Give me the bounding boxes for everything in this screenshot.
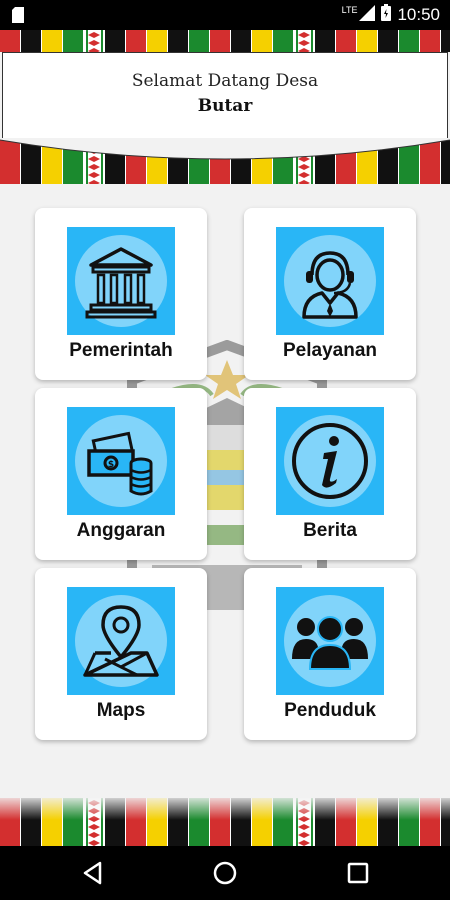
battery-icon [381,4,392,26]
sd-card-icon [12,7,24,28]
status-bar: LTE 10:50 [0,0,450,30]
svg-text:$: $ [108,460,114,470]
menu-label: Anggaran [76,520,166,541]
money-icon: $ [67,407,175,515]
navigation-bar [0,846,450,900]
info-icon [276,407,384,515]
network-type: LTE [341,5,358,15]
menu-card-berita[interactable]: Berita [244,388,416,560]
menu-card-anggaran[interactable]: $ Anggaran [35,388,207,560]
welcome-header: Selamat Datang Desa Butar [2,52,448,139]
clock: 10:50 [397,5,440,24]
menu-card-penduduk[interactable]: Penduduk [244,568,416,740]
back-icon[interactable] [80,860,106,886]
menu-card-pemerintah[interactable]: Pemerintah [35,208,207,380]
menu-label: Penduduk [284,700,376,721]
map-pin-icon [67,587,175,695]
village-name: Butar [197,96,253,116]
menu-label: Maps [96,700,146,721]
signal-icon [359,4,376,26]
ulos-border-header [0,138,450,184]
home-icon[interactable] [212,860,238,886]
people-icon [276,587,384,695]
menu-label: Pelayanan [283,340,377,361]
recents-icon[interactable] [345,860,371,886]
menu-card-pelayanan[interactable]: Pelayanan [244,208,416,380]
menu-label: Pemerintah [69,340,173,361]
menu-label: Berita [303,520,357,541]
ulos-border-bottom [0,798,450,846]
customer-service-icon [276,227,384,335]
government-building-icon [67,227,175,335]
greeting-text: Selamat Datang Desa [131,71,319,91]
menu-card-maps[interactable]: Maps [35,568,207,740]
ulos-border-top [0,30,450,52]
